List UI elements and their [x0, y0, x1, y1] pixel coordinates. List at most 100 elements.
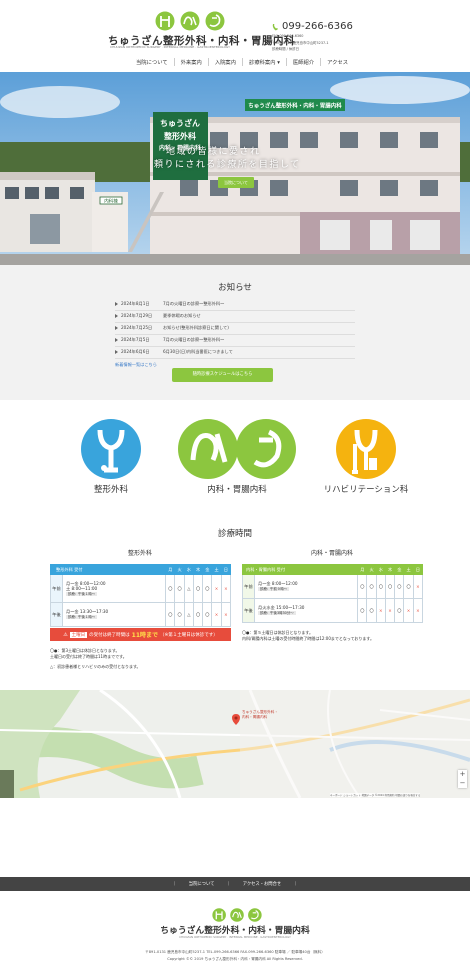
table-header-cell: 月	[357, 564, 368, 575]
arrow-right-icon	[115, 326, 118, 331]
internal-hours-table: 内科・胃腸内科 受付 月 火 水 木 金 土 日 午前 月〜金 8:00〜12:…	[241, 564, 424, 623]
mark-cell: 〇	[357, 574, 368, 599]
clinic-name-subtitle: CHUUZAN ORTHOPEDIC SURGERY · INTERNAL ME…	[110, 45, 230, 49]
warning-icon: ⚠	[63, 631, 68, 638]
news-date: 2024年8月1日	[121, 301, 150, 307]
news-date: 2024年7月29日	[121, 313, 153, 319]
table-header-cell: 整形外科 受付	[49, 564, 167, 575]
map-attribution[interactable]: キーボード ショートカット 地図データ ©2024 利用規約 地図の誤りを報告す…	[330, 793, 421, 797]
nav-item-doctors[interactable]: 医師紹介	[285, 58, 320, 66]
tag-cell: 診療：午前９時〜	[258, 587, 290, 591]
arrow-right-icon	[115, 314, 118, 319]
rehabilitation-icon[interactable]	[335, 418, 397, 480]
ortho-note: △：初診患者様とリハビリのみの受付となります。	[50, 664, 141, 669]
news-title: お知らせ	[218, 283, 252, 293]
news-text[interactable]: 7月の火曜日の診察〜整形外科〜	[163, 337, 224, 343]
news-text[interactable]: 7月の火曜日の診察〜整形外科〜	[163, 301, 224, 307]
mark-cell: 〇	[366, 574, 377, 599]
news-item[interactable]: 2024年7月5日 7月の火曜日の診察〜整形外科〜	[115, 335, 355, 347]
table-header-cell: 日	[220, 564, 232, 575]
side-sign-text: 内科棟	[104, 198, 118, 205]
table-header-cell: 土	[211, 564, 222, 575]
map-marker-icon[interactable]	[232, 710, 240, 729]
mark-cell: 〇	[192, 602, 204, 627]
news-date: 2024年7月25日	[121, 325, 153, 331]
ortho-hours-table: 整形外科 受付 月 火 水 木 金 土 日 午前 月〜金 8:00〜12:00 …	[49, 564, 232, 627]
mark-cell: ×	[211, 574, 222, 603]
orthopedics-icon[interactable]	[80, 418, 142, 480]
mark-cell: ×	[403, 598, 414, 623]
tower-sign-line-1: ちゅうざん	[160, 118, 200, 128]
zoom-in-icon[interactable]: +	[458, 770, 467, 779]
mark-cell: ×	[220, 574, 232, 603]
table-row: 午後 月火水金 15:00〜17:30 診療：午後3時30分〜 〇 〇 × × 〇…	[242, 598, 424, 623]
nav-item-inpatient[interactable]: 入院案内	[207, 58, 242, 66]
footer-divider: ｜	[172, 882, 177, 887]
fax-number: FAX.099-266-6360	[272, 34, 304, 38]
dept-label-rehabilitation[interactable]: リハビリテーション科	[316, 483, 416, 495]
mark-cell: 〇	[394, 598, 405, 623]
header-address: 〒891-0131 鹿児島市中山町5237-1	[272, 41, 329, 45]
mark-cell: 〇	[165, 574, 176, 603]
nav-item-about[interactable]: 当院について	[130, 58, 174, 66]
mark-cell: ×	[211, 602, 222, 627]
table-header-cell: 火	[366, 564, 377, 575]
dept-label-internal-medicine[interactable]: 内科・胃腸内科	[177, 483, 297, 495]
table-header-cell: 木	[192, 564, 204, 575]
dept-label-orthopedics[interactable]: 整形外科	[72, 483, 150, 495]
news-date: 2024年6月6日	[121, 349, 150, 355]
footer-logo-mark[interactable]	[212, 907, 262, 923]
table-header-cell: 土	[403, 564, 414, 575]
clinic-logo-mark[interactable]	[155, 10, 225, 32]
mark-cell: 〇	[357, 598, 368, 623]
footer-divider: ｜	[226, 882, 231, 887]
news-more-link[interactable]: 新着情報一覧はこちら	[115, 362, 157, 368]
news-text[interactable]: 夏季休暇のお知らせ	[163, 313, 201, 319]
map-canvas[interactable]	[0, 690, 470, 798]
footer-address: 〒891-0131 鹿児島市中山町5237-1 TEL.099-266-6366…	[145, 950, 325, 954]
footer-copyright: Copyright ©© 2019 ちゅうざん整形外科・内科・胃腸内科 All …	[167, 957, 303, 961]
map-zoom-controls[interactable]: + −	[458, 770, 467, 788]
main-nav: 当院について 外来案内 入院案内 診療科案内 ▾ 医師紹介 アクセス	[130, 58, 354, 66]
mark-cell: 〇	[174, 602, 185, 627]
nav-item-outpatient[interactable]: 外来案内	[173, 58, 208, 66]
tower-sign-line-2: 整形外科	[163, 131, 196, 141]
arrow-right-icon	[115, 302, 118, 307]
mark-cell: ×	[375, 598, 386, 623]
hero-tagline-line-2: 頼りにされる診療所を目指して	[154, 160, 301, 170]
header-hours-note: 診療時間 / 休診日	[272, 47, 300, 51]
table-header-cell: 日	[412, 564, 424, 575]
phone-number[interactable]: 099-266-6366	[282, 21, 353, 32]
table-header-cell: 金	[202, 564, 213, 575]
arrow-right-icon	[115, 350, 118, 355]
news-text[interactable]: お知らせ(整形外科診察日に関して)	[163, 325, 229, 331]
news-item[interactable]: 2024年7月29日 夏季休暇のお知らせ	[115, 311, 355, 323]
news-text[interactable]: 6月30日(日)内科当番医につきまして	[163, 349, 233, 355]
mark-cell: 〇	[192, 574, 204, 603]
table-header-cell: 内科・胃腸内科 受付	[241, 564, 359, 575]
google-map[interactable]: ちゅうざん整形外科・内科・胃腸内科 + − キーボード ショートカット 地図デー…	[0, 690, 470, 798]
news-item[interactable]: 2024年8月1日 7月の火曜日の診察〜整形外科〜	[115, 299, 355, 311]
mark-cell: 〇	[394, 574, 405, 599]
hours-subtitle-internal: 内科・胃腸内科	[310, 550, 353, 557]
hero-about-button[interactable]: 当院について	[218, 177, 254, 188]
alert-time: 11時まで	[131, 632, 159, 639]
time-cell: 月火水金 15:00〜17:30	[258, 605, 305, 610]
internal-medicine-icon[interactable]	[177, 418, 297, 480]
zoom-out-icon[interactable]: −	[458, 779, 467, 788]
table-header-cell: 水	[375, 564, 386, 575]
table-header-cell: 水	[183, 564, 194, 575]
mark-cell: 〇	[174, 574, 185, 603]
nav-item-access[interactable]: アクセス	[320, 58, 354, 66]
footer-link-about[interactable]: 当院について	[189, 881, 215, 887]
tag-cell: 診療：午後１時〜	[66, 591, 98, 596]
news-item[interactable]: 2024年7月25日 お知らせ(整形外科診察日に関して)	[115, 323, 355, 335]
schedule-button[interactable]: 随時診療スケジュールはこちら	[172, 368, 273, 382]
news-item[interactable]: 2024年6月6日 6月30日(日)内科当番医につきまして	[115, 347, 355, 359]
table-row: 午前 月〜金 8:00〜12:00 土 8:00〜11:00 診療：午後１時〜 〇…	[50, 574, 232, 603]
time-cell: 月〜金 13:30〜17:30	[66, 609, 109, 614]
nav-item-departments[interactable]: 診療科案内 ▾	[242, 58, 286, 66]
footer-link-access[interactable]: アクセス・お問合せ	[243, 881, 281, 887]
hours-subtitle-ortho: 整形外科	[127, 550, 152, 557]
table-header-cell: 火	[174, 564, 185, 575]
